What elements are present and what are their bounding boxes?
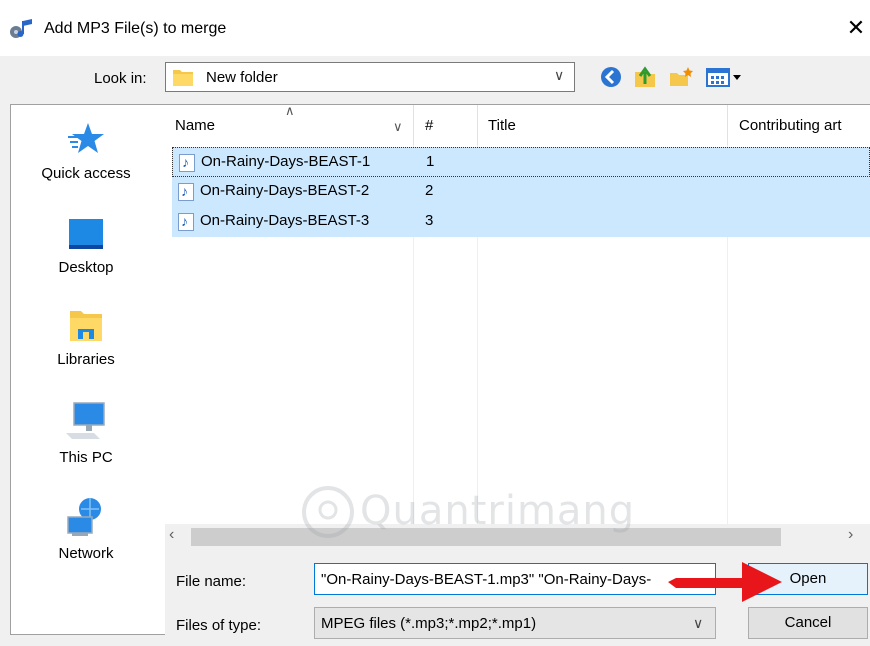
app-music-icon xyxy=(8,18,36,40)
sort-ascending-icon: ∧ xyxy=(285,104,295,118)
header-divider xyxy=(477,105,478,145)
audio-file-icon: ♪ xyxy=(178,213,194,231)
track-number: 3 xyxy=(425,212,434,229)
audio-file-icon: ♪ xyxy=(178,183,194,201)
list-item[interactable]: ♪ On-Rainy-Days-BEAST-1 1 xyxy=(172,147,870,177)
sidebar-item-label: This PC xyxy=(59,449,113,466)
watermark-logo: Quantrimang xyxy=(300,482,660,542)
scroll-right-icon[interactable]: › xyxy=(848,526,866,546)
column-header-name[interactable]: Name xyxy=(175,117,215,134)
look-in-dropdown[interactable]: New folder ∨ xyxy=(165,62,575,92)
column-header-title[interactable]: Title xyxy=(488,117,516,134)
close-icon[interactable]: ✕ xyxy=(842,14,870,42)
file-name-field[interactable]: "On-Rainy-Days-BEAST-1.mp3" "On-Rainy-Da… xyxy=(314,563,716,595)
file-list[interactable]: Name ∧ ∨ # Title Contributing art ♪ On-R… xyxy=(165,104,870,524)
sidebar-item-label: Quick access xyxy=(41,165,131,182)
chevron-down-icon[interactable]: ∨ xyxy=(554,67,564,84)
sidebar-item-label: Network xyxy=(58,545,114,562)
sidebar-item-label: Desktop xyxy=(58,259,114,276)
sidebar-item-this-pc[interactable]: This PC xyxy=(11,399,161,466)
sidebar-item-network[interactable]: Network xyxy=(11,495,161,562)
libraries-icon xyxy=(70,311,102,341)
star-icon xyxy=(68,123,104,153)
audio-file-icon: ♪ xyxy=(179,154,195,172)
file-type-label: Files of type: xyxy=(176,617,262,634)
list-item[interactable]: ♪ On-Rainy-Days-BEAST-3 3 xyxy=(172,207,870,237)
sidebar-item-quick-access[interactable]: Quick access xyxy=(11,119,161,182)
places-sidebar: Quick access Desktop Libraries This PC N… xyxy=(10,104,165,635)
header-divider xyxy=(413,105,414,145)
up-folder-icon[interactable] xyxy=(632,64,658,90)
red-arrow-annotation xyxy=(666,556,786,608)
chevron-down-icon[interactable]: ∨ xyxy=(693,615,703,632)
network-icon xyxy=(67,498,101,536)
file-type-dropdown[interactable]: MPEG files (*.mp3;*.mp2;*.mp1) ∨ xyxy=(314,607,716,639)
list-item[interactable]: ♪ On-Rainy-Days-BEAST-2 2 xyxy=(172,177,870,207)
column-header-number[interactable]: # xyxy=(425,117,433,134)
look-in-value: New folder xyxy=(206,69,278,86)
chevron-down-icon[interactable]: ∨ xyxy=(393,119,403,135)
desktop-icon xyxy=(69,219,103,249)
track-number: 2 xyxy=(425,182,434,199)
look-in-label: Look in: xyxy=(94,70,147,87)
folder-icon xyxy=(172,67,194,87)
window-title: Add MP3 File(s) to merge xyxy=(44,20,227,37)
sidebar-item-label: Libraries xyxy=(57,351,115,368)
file-name: On-Rainy-Days-BEAST-3 xyxy=(200,212,370,229)
sidebar-item-desktop[interactable]: Desktop xyxy=(11,213,161,276)
track-number: 1 xyxy=(426,153,435,170)
file-name-label: File name: xyxy=(176,573,247,590)
watermark-text: Quantrimang xyxy=(360,488,636,534)
cancel-button[interactable]: Cancel xyxy=(748,607,868,639)
view-menu-icon[interactable] xyxy=(704,64,748,90)
sidebar-item-libraries[interactable]: Libraries xyxy=(11,305,161,368)
file-name-value: "On-Rainy-Days-BEAST-1.mp3" "On-Rainy-Da… xyxy=(321,571,652,588)
back-icon[interactable] xyxy=(598,64,624,90)
file-name: On-Rainy-Days-BEAST-2 xyxy=(200,182,370,199)
file-name: On-Rainy-Days-BEAST-1 xyxy=(201,153,371,170)
scroll-left-icon[interactable]: ‹ xyxy=(169,526,187,546)
column-header-contributing-artists[interactable]: Contributing art xyxy=(739,117,842,134)
file-type-value: MPEG files (*.mp3;*.mp2;*.mp1) xyxy=(321,615,537,632)
header-divider xyxy=(727,105,728,145)
new-folder-icon[interactable] xyxy=(668,64,694,90)
computer-icon xyxy=(66,402,105,439)
